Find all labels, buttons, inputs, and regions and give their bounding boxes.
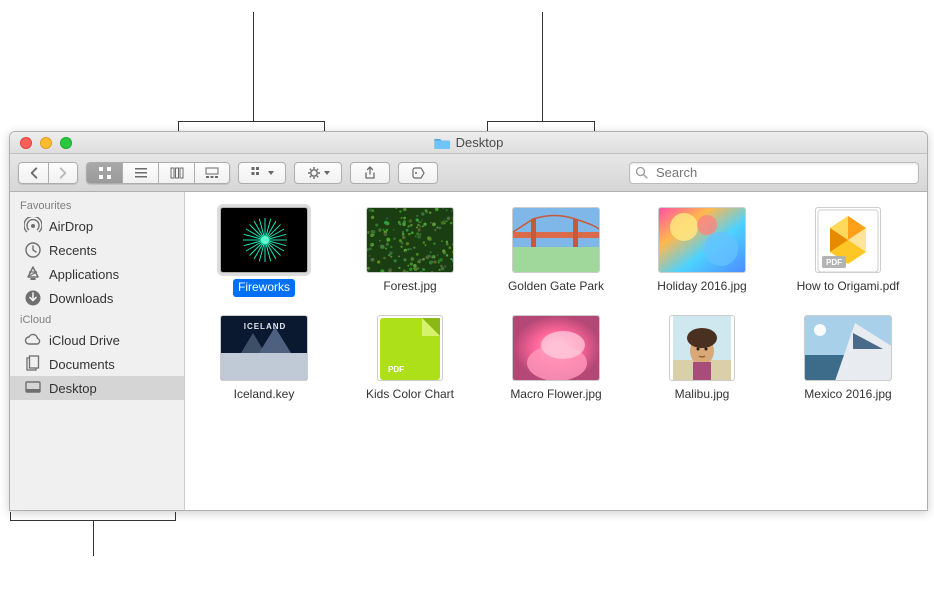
sidebar-item-label: iCloud Drive [49, 333, 120, 348]
airdrop-icon [24, 217, 42, 235]
svg-text:ICELAND: ICELAND [244, 322, 287, 331]
file-item[interactable]: Macro Flower.jpg [487, 315, 625, 403]
sidebar-item-desktop[interactable]: Desktop [10, 376, 184, 400]
file-label[interactable]: Malibu.jpg [675, 387, 730, 403]
file-label[interactable]: Holiday 2016.jpg [657, 279, 746, 295]
file-label[interactable]: Kids Color Chart [366, 387, 454, 403]
tags-button[interactable] [398, 162, 438, 184]
content-area[interactable]: Fireworks Forest.jpg Golden Gate Park Holid… [185, 192, 927, 510]
sidebar-item-applications[interactable]: Applications [10, 262, 184, 286]
icon-view-button[interactable] [86, 162, 122, 184]
file-thumbnail[interactable]: PDF [377, 315, 443, 381]
file-item[interactable]: Malibu.jpg [633, 315, 771, 403]
file-label[interactable]: How to Origami.pdf [797, 279, 900, 295]
sidebar-item-documents[interactable]: Documents [10, 352, 184, 376]
file-item[interactable]: Golden Gate Park [487, 207, 625, 297]
sidebar-item-label: Documents [49, 357, 115, 372]
sidebar-item-label: Recents [49, 243, 97, 258]
file-label[interactable]: Iceland.key [234, 387, 295, 403]
sidebar-item-downloads[interactable]: Downloads [10, 286, 184, 310]
window-title-text: Desktop [456, 135, 504, 150]
file-thumbnail[interactable] [512, 315, 600, 381]
view-mode-buttons [86, 162, 230, 184]
callout-line [93, 521, 94, 556]
file-item[interactable]: Holiday 2016.jpg [633, 207, 771, 297]
file-thumbnail[interactable]: PDF [815, 207, 881, 273]
minimize-button[interactable] [40, 137, 52, 149]
file-label[interactable]: Mexico 2016.jpg [804, 387, 891, 403]
recents-icon [24, 241, 42, 259]
column-view-button[interactable] [158, 162, 194, 184]
file-thumbnail[interactable] [804, 315, 892, 381]
file-thumbnail[interactable] [220, 207, 308, 273]
callout-bracket [10, 512, 176, 521]
search-input[interactable] [629, 162, 919, 184]
file-label[interactable]: Macro Flower.jpg [510, 387, 601, 403]
titlebar[interactable]: Desktop [10, 132, 927, 154]
icloud-icon [24, 331, 42, 349]
file-thumbnail[interactable] [669, 315, 735, 381]
downloads-icon [24, 289, 42, 307]
sidebar-section-header: Favourites [10, 196, 184, 214]
file-item[interactable]: Fireworks [195, 207, 333, 297]
sidebar-item-label: Applications [49, 267, 119, 282]
file-item[interactable]: PDF Kids Color Chart [341, 315, 479, 403]
callout-line [542, 12, 543, 121]
callout-bracket [487, 121, 595, 131]
file-item[interactable]: Forest.jpg [341, 207, 479, 297]
sidebar-section-header: iCloud [10, 310, 184, 328]
svg-text:PDF: PDF [826, 258, 842, 267]
search-field-wrap [629, 162, 919, 184]
arrange-button[interactable] [238, 162, 286, 184]
applications-icon [24, 265, 42, 283]
list-view-button[interactable] [122, 162, 158, 184]
svg-text:PDF: PDF [388, 365, 404, 374]
file-thumbnail[interactable] [658, 207, 746, 273]
sidebar-item-label: Downloads [49, 291, 113, 306]
sidebar-item-icloud-drive[interactable]: iCloud Drive [10, 328, 184, 352]
file-item[interactable]: PDF How to Origami.pdf [779, 207, 917, 297]
forward-button[interactable] [48, 162, 78, 184]
back-button[interactable] [18, 162, 48, 184]
file-label[interactable]: Golden Gate Park [508, 279, 604, 295]
nav-buttons [18, 162, 78, 184]
share-button[interactable] [350, 162, 390, 184]
documents-icon [24, 355, 42, 373]
callout-line [253, 12, 254, 121]
sidebar-item-label: AirDrop [49, 219, 93, 234]
file-thumbnail[interactable] [366, 207, 454, 273]
file-item[interactable]: ICELAND Iceland.key [195, 315, 333, 403]
file-label[interactable]: Fireworks [233, 279, 295, 297]
sidebar-item-label: Desktop [49, 381, 97, 396]
sidebar-item-airdrop[interactable]: AirDrop [10, 214, 184, 238]
finder-window: Desktop [9, 131, 928, 511]
sidebar-item-recents[interactable]: Recents [10, 238, 184, 262]
action-button[interactable] [294, 162, 342, 184]
traffic-lights [10, 137, 72, 149]
desktop-icon [24, 379, 42, 397]
gallery-view-button[interactable] [194, 162, 230, 184]
file-label[interactable]: Forest.jpg [383, 279, 436, 295]
file-item[interactable]: Mexico 2016.jpg [779, 315, 917, 403]
window-title: Desktop [434, 135, 504, 150]
chevron-down-icon [268, 171, 274, 175]
file-thumbnail[interactable]: ICELAND [220, 315, 308, 381]
chevron-down-icon [324, 171, 330, 175]
sidebar: Favourites AirDrop Recents Applications Down… [10, 192, 185, 510]
close-button[interactable] [20, 137, 32, 149]
folder-icon [434, 137, 450, 149]
callout-bracket [178, 121, 325, 131]
file-thumbnail[interactable] [512, 207, 600, 273]
maximize-button[interactable] [60, 137, 72, 149]
toolbar [10, 154, 927, 192]
